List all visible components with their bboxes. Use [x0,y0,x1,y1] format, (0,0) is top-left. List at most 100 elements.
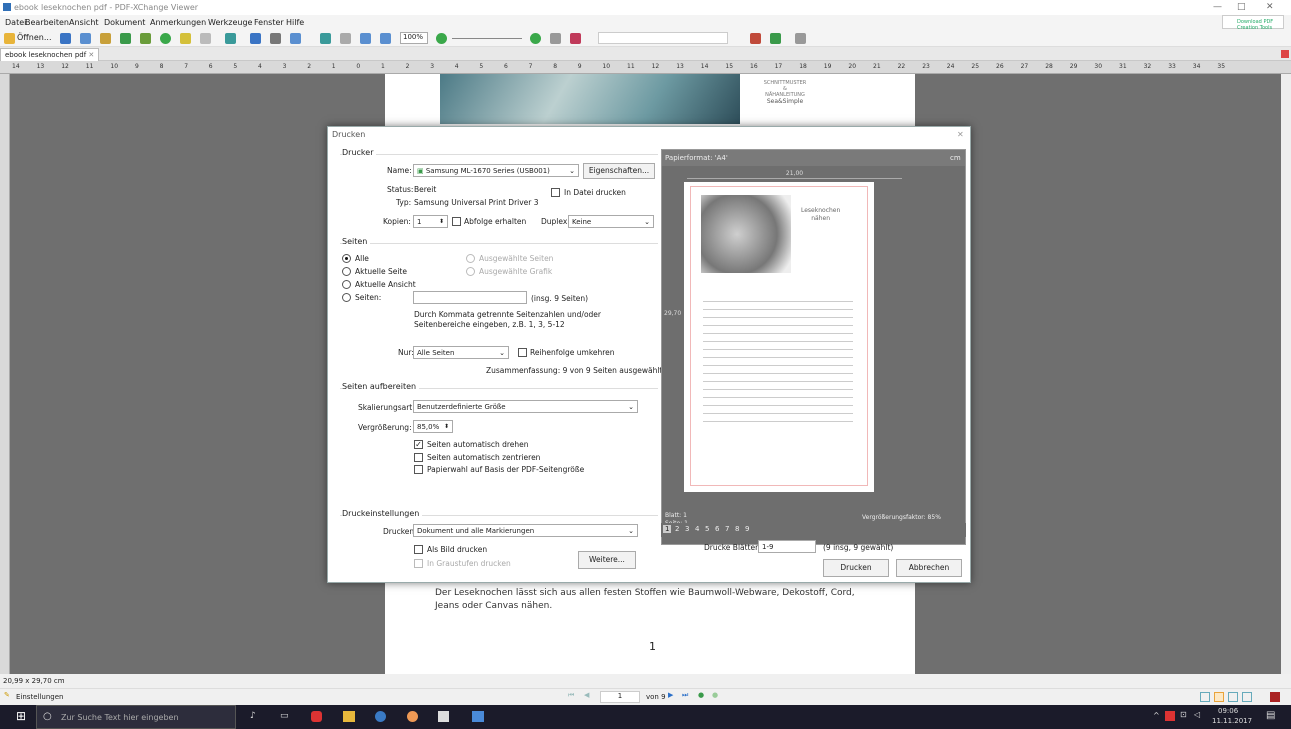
page-thumb-5[interactable]: 5 [705,525,709,533]
menu-hilfe[interactable]: Hilfe [286,18,304,27]
app-icon-3[interactable] [438,711,449,722]
page-thumb-8[interactable]: 8 [735,525,739,533]
notifications-icon[interactable]: ▤ [1266,710,1275,721]
print-to-file-checkbox[interactable] [551,188,560,197]
stamp-icon[interactable] [770,33,781,44]
page-range-input[interactable] [413,291,527,304]
history-forward-icon[interactable]: ● [712,691,718,699]
current-page-radio[interactable] [342,267,351,276]
app-icon-1[interactable] [311,711,322,722]
tray-app-icon[interactable] [1165,711,1175,721]
more-button[interactable]: Weitere... [578,551,636,569]
go-icon[interactable] [160,33,171,44]
sheets-input[interactable]: 1-9 [758,540,816,553]
history-back-icon[interactable]: ● [698,691,704,699]
back-icon[interactable] [120,33,131,44]
highlight-icon[interactable] [750,33,761,44]
redo-icon[interactable] [200,33,211,44]
page-thumb-9[interactable]: 9 [745,525,749,533]
page-thumb-4[interactable]: 4 [695,525,699,533]
printer-name-select[interactable]: ▣ Samsung ML-1670 Series (USB001) ⌄ [413,164,579,177]
zoom-plus-icon[interactable] [436,33,447,44]
first-page-icon[interactable]: ⏮ [568,691,574,700]
menu-ansicht[interactable]: Ansicht [69,18,99,27]
open-icon[interactable] [4,33,15,44]
auto-rotate-checkbox[interactable]: ✓ [414,440,423,449]
zoom-field[interactable]: 100% [400,32,428,44]
zoom-out-icon[interactable] [340,33,351,44]
firefox-icon[interactable] [407,711,418,722]
close-doc-icon[interactable] [1281,50,1289,58]
only-select[interactable]: Alle Seiten ⌄ [413,346,509,359]
maximize-button[interactable]: □ [1237,2,1246,12]
explorer-icon[interactable] [343,711,355,722]
single-page-icon[interactable] [1200,692,1210,702]
page-thumb-6[interactable]: 6 [715,525,719,533]
windows-start-icon[interactable]: ⊞ [16,709,26,723]
app-icon-2[interactable] [375,711,386,722]
zoom-in-icon[interactable] [320,33,331,44]
selected-graphic-radio[interactable] [466,267,475,276]
print-as-image-checkbox[interactable] [414,545,423,554]
undo-icon[interactable] [180,33,191,44]
settings-button[interactable]: Einstellungen [16,693,63,701]
typewriter-icon[interactable] [550,33,561,44]
paper-by-pdf-checkbox[interactable] [414,465,423,474]
search-box[interactable]: ○ Zur Suche Text hier eingeben [36,705,236,729]
page-thumb-2[interactable]: 2 [675,525,679,533]
tab-close-icon[interactable]: ✕ [88,51,94,59]
open-button-label[interactable]: Öffnen... [17,33,52,42]
volume-icon[interactable]: ◁ [1194,710,1200,719]
task-view-icon[interactable]: ▭ [280,711,289,721]
fit-width-icon[interactable] [380,33,391,44]
forward-icon[interactable] [140,33,151,44]
minimize-button[interactable]: — [1213,2,1222,12]
menu-anmerkungen[interactable]: Anmerkungen [150,18,206,27]
tray-arrow-icon[interactable]: ^ [1153,711,1160,720]
dialog-close-button[interactable]: ✕ [957,130,964,139]
menu-werkzeuge[interactable]: Werkzeuge [208,18,252,27]
all-pages-radio[interactable] [342,254,351,263]
clock-time[interactable]: 09:06 [1218,707,1238,715]
select-icon[interactable] [250,33,261,44]
current-view-radio[interactable] [342,280,351,289]
close-button[interactable]: ✕ [1266,2,1274,12]
menu-datei[interactable]: Datei [5,18,26,27]
rotate-icon[interactable] [225,33,236,44]
prev-page-icon[interactable]: ◀ [584,691,589,699]
last-page-icon[interactable]: ⏭ [682,691,688,700]
grayscale-checkbox[interactable] [414,559,423,568]
auto-center-checkbox[interactable] [414,453,423,462]
reverse-order-checkbox[interactable] [518,348,527,357]
clock-date[interactable]: 11.11.2017 [1212,717,1252,725]
zoom-stepper[interactable]: 85,0% ⬍ [413,420,453,433]
zoom-slider[interactable] [452,38,522,39]
collate-checkbox[interactable] [452,217,461,226]
print-button[interactable]: Drucken [823,559,889,577]
save-icon[interactable] [60,33,71,44]
fit-page-icon[interactable] [360,33,371,44]
next-page-icon[interactable]: ▶ [668,691,673,699]
comment-icon[interactable] [570,33,581,44]
download-tools-button[interactable]: Download PDF Creation Tools [1222,15,1284,31]
measure-icon[interactable] [795,33,806,44]
selected-pages-radio[interactable] [466,254,475,263]
continuous-icon[interactable] [1214,692,1224,702]
snapshot-icon[interactable] [290,33,301,44]
menu-bearbeiten[interactable]: Bearbeiten [25,18,69,27]
zoom-minus-icon[interactable] [530,33,541,44]
page-thumb-7[interactable]: 7 [725,525,729,533]
search-field[interactable] [598,32,728,44]
page-input[interactable]: 1 [600,691,640,703]
pdf-viewer-task-icon[interactable] [472,711,484,722]
menu-dokument[interactable]: Dokument [104,18,145,27]
menu-fenster[interactable]: Fenster [254,18,284,27]
print-what-select[interactable]: Dokument und alle Markierungen ⌄ [413,524,638,537]
facing-icon[interactable] [1228,692,1238,702]
mic-icon[interactable]: ♪ [250,711,256,721]
facing-continuous-icon[interactable] [1242,692,1252,702]
scaling-select[interactable]: Benutzerdefinierte Größe ⌄ [413,400,638,413]
cancel-button[interactable]: Abbrechen [896,559,962,577]
network-icon[interactable]: ⊡ [1180,710,1187,719]
scan-icon[interactable] [100,33,111,44]
